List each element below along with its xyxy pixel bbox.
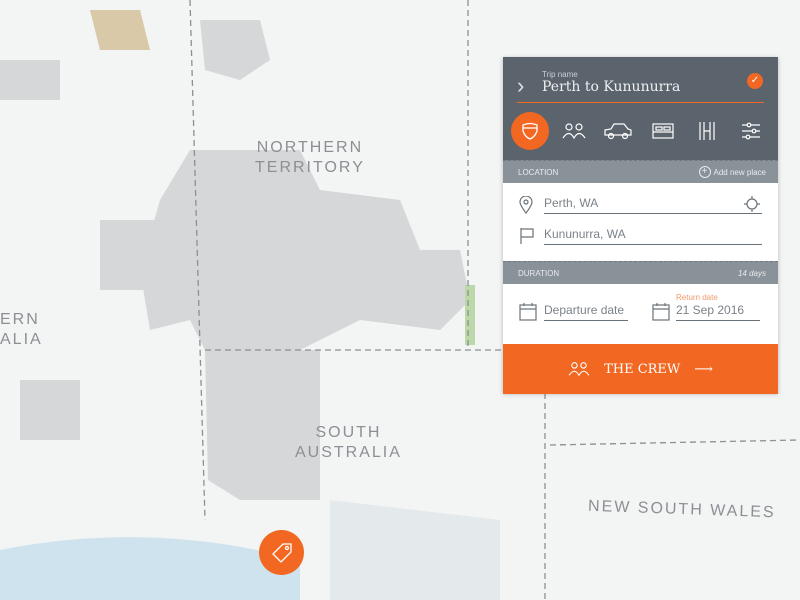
tab-route[interactable] (688, 112, 726, 150)
category-tabs (511, 112, 770, 150)
tab-accommodation[interactable] (644, 112, 682, 150)
origin-input[interactable]: Perth, WA (544, 194, 762, 214)
people-icon (562, 123, 586, 140)
location-section: Perth, WA Kununurra, WA (503, 183, 778, 261)
road-icon (699, 122, 715, 140)
return-date-input[interactable]: 21 Sep 2016 (676, 301, 760, 321)
location-label: LOCATION (518, 167, 559, 177)
map-label-wa: ERN ALIA (0, 311, 43, 348)
deals-button[interactable] (259, 530, 304, 575)
sliders-icon (741, 122, 760, 140)
add-place-label: Add new place (713, 167, 766, 177)
trip-panel: › Trip name Perth to Kununurra ✓ LOCATIO… (503, 57, 778, 394)
duration-bar: DURATION 14 days (503, 261, 778, 284)
trip-header: › Trip name Perth to Kununurra ✓ (503, 57, 778, 160)
calendar-icon (652, 303, 670, 321)
tab-settings[interactable] (732, 112, 770, 150)
shield-icon (522, 122, 538, 140)
the-crew-button[interactable]: THE CREW ⟶ (503, 344, 778, 394)
flag-icon (520, 228, 534, 244)
duration-section: Departure date Return date 21 Sep 2016 (503, 284, 778, 344)
bed-icon (651, 123, 674, 139)
confirm-check-icon[interactable]: ✓ (747, 73, 763, 89)
location-bar: LOCATION + Add new place (503, 160, 778, 183)
the-crew-label: THE CREW (604, 361, 681, 377)
collapse-chevron-icon[interactable]: › (517, 73, 524, 99)
arrow-right-icon: ⟶ (694, 361, 713, 377)
trip-name-input[interactable]: Perth to Kununurra (542, 79, 680, 95)
car-icon (604, 123, 632, 140)
tag-icon (271, 542, 292, 563)
people-icon (568, 362, 590, 377)
destination-input[interactable]: Kununurra, WA (544, 225, 762, 245)
tab-car[interactable] (599, 112, 637, 150)
calendar-icon (519, 303, 537, 321)
map-label-northern-territory: NORTHERN TERRITORY (255, 139, 365, 176)
pin-icon (519, 196, 533, 214)
map-label-south-australia: SOUTH AUSTRALIA (295, 424, 402, 461)
departure-date-input[interactable]: Departure date (544, 301, 628, 321)
duration-label: DURATION (518, 268, 560, 278)
trip-name-label: Trip name (542, 70, 578, 79)
locate-crosshair-icon[interactable] (744, 196, 760, 212)
plus-circle-icon: + (698, 166, 711, 178)
tab-insurance[interactable] (511, 112, 549, 150)
trip-name-underline (517, 102, 764, 103)
add-place-button[interactable]: + Add new place (698, 166, 766, 178)
duration-days: 14 days (737, 268, 766, 278)
tab-crew[interactable] (555, 112, 593, 150)
